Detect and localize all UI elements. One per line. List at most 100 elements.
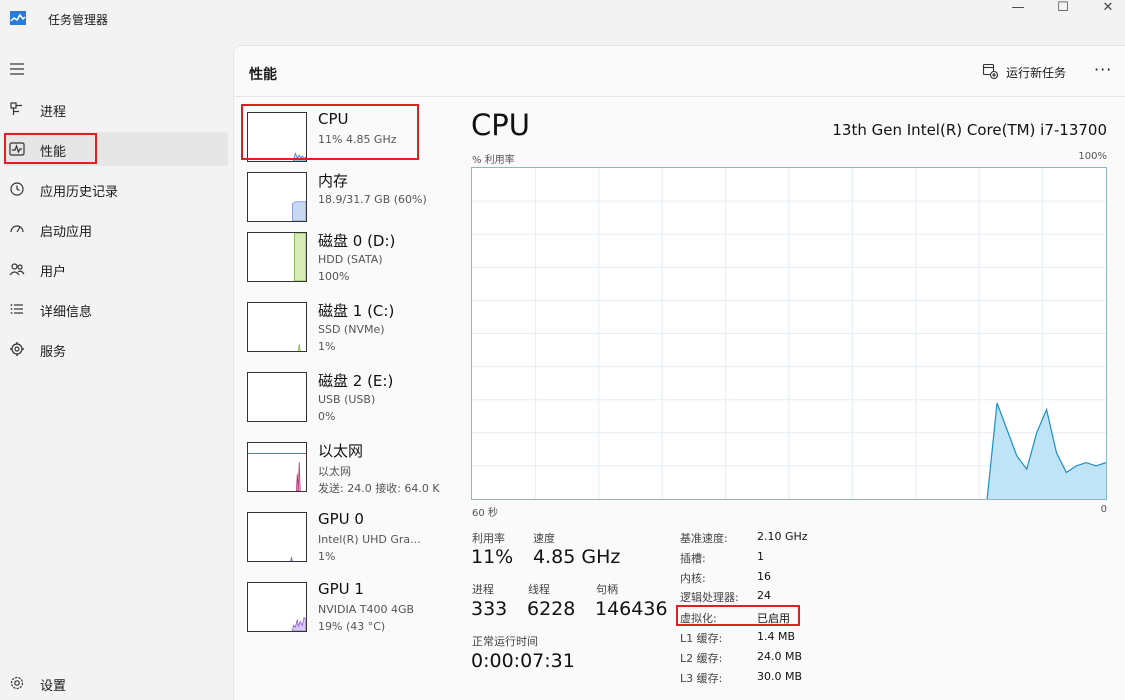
device-subtitle: SSD (NVMe) (318, 323, 385, 336)
handles-value: 146436 (595, 598, 668, 620)
device-subtitle: 以太网 (318, 465, 351, 478)
device-name: 磁盘 0 (D:) (318, 232, 396, 250)
spec-value-virtualization: 已启用 (757, 612, 790, 625)
threads-label: 线程 (528, 583, 550, 596)
device-usage: 100% (318, 270, 350, 283)
device-name: 内存 (318, 172, 349, 190)
spec-value-sockets: 1 (757, 550, 764, 563)
device-usage: 0% (318, 410, 336, 423)
spec-label-l3-cache: L3 缓存: (680, 672, 723, 685)
spec-value-base-speed: 2.10 GHz (757, 530, 808, 543)
sidebar-item-details[interactable]: 详细信息 (4, 292, 228, 326)
device-item-ethernet[interactable]: 以太网 以太网 发送: 24.0 接收: 64.0 K (241, 436, 441, 500)
spec-value-logical-processors: 24 (757, 589, 771, 602)
device-subtitle: USB (USB) (318, 393, 376, 406)
gpu0-thumbnail-graph (247, 512, 307, 562)
device-usage: 1% (318, 550, 336, 563)
settings-gear-icon (10, 676, 24, 690)
cpu-utilization-graph (471, 167, 1107, 500)
spec-label-cores: 内核: (680, 572, 706, 585)
device-item-gpu-1[interactable]: GPU 1 NVIDIA T400 4GB 19% (43 °C) (241, 576, 441, 640)
disk2-thumbnail-graph (247, 372, 307, 422)
sidebar-item-label: 进程 (40, 105, 67, 120)
utilization-label: 利用率 (472, 532, 505, 545)
task-manager-logo-icon (10, 11, 26, 25)
device-name: 磁盘 2 (E:) (318, 372, 394, 390)
processes-icon (10, 102, 22, 115)
header-divider (234, 96, 1125, 97)
menu-icon[interactable] (8, 60, 26, 78)
startup-icon (10, 225, 24, 233)
close-button[interactable]: ✕ (1085, 0, 1125, 20)
page-title: 性能 (249, 67, 277, 83)
cpu-usage-area (987, 403, 1106, 499)
handles-label: 句柄 (596, 583, 618, 596)
speed-value: 4.85 GHz (533, 546, 621, 568)
device-item-cpu[interactable]: CPU 11% 4.85 GHz (241, 106, 441, 170)
device-throughput: 发送: 24.0 接收: 64.0 K (318, 482, 440, 495)
performance-panel: 性能 运行新任务 ··· CPU 11% 4.85 GHz 内存 18.9/31… (233, 45, 1125, 700)
sidebar-item-services[interactable]: 服务 (4, 332, 228, 366)
spec-label-l2-cache: L2 缓存: (680, 652, 723, 665)
spec-label-virtualization: 虚拟化: (680, 612, 717, 625)
device-item-disk-1[interactable]: 磁盘 1 (C:) SSD (NVMe) 1% (241, 296, 441, 360)
sidebar-item-label: 性能 (40, 145, 67, 160)
graph-time-label: 60 秒 (472, 508, 498, 519)
graph-y-max: 100% (1078, 151, 1107, 162)
spec-value-l3-cache: 30.0 MB (757, 670, 803, 683)
device-name: 磁盘 1 (C:) (318, 302, 395, 320)
sidebar-item-settings[interactable]: 设置 (4, 666, 228, 700)
device-item-memory[interactable]: 内存 18.9/31.7 GB (60%) (241, 166, 441, 230)
device-subtitle: NVIDIA T400 4GB (318, 603, 415, 616)
device-item-disk-2[interactable]: 磁盘 2 (E:) USB (USB) 0% (241, 366, 441, 430)
app-history-icon (10, 182, 24, 196)
title-bar: 任务管理器 — ☐ ✕ (0, 0, 1125, 38)
processes-value: 333 (471, 598, 508, 620)
device-item-disk-0[interactable]: 磁盘 0 (D:) HDD (SATA) 100% (241, 226, 441, 290)
minimize-button[interactable]: — (995, 0, 1041, 20)
sidebar-item-startup[interactable]: 启动应用 (4, 212, 228, 246)
maximize-button[interactable]: ☐ (1040, 0, 1086, 20)
sidebar-item-app-history[interactable]: 应用历史记录 (4, 172, 228, 206)
sidebar-item-label: 设置 (40, 679, 67, 694)
device-item-gpu-0[interactable]: GPU 0 Intel(R) UHD Gra... 1% (241, 506, 441, 570)
spec-label-logical-processors: 逻辑处理器: (680, 591, 739, 604)
device-name: GPU 1 (318, 580, 364, 598)
spec-value-l2-cache: 24.0 MB (757, 650, 803, 663)
ethernet-thumbnail-graph (247, 442, 307, 492)
sidebar-item-performance[interactable]: 性能 (4, 132, 228, 166)
device-name: GPU 0 (318, 510, 364, 528)
sidebar-item-label: 启动应用 (40, 225, 93, 240)
sidebar-item-label: 用户 (40, 265, 67, 280)
device-name: 以太网 (318, 442, 364, 460)
utilization-value: 11% (471, 546, 514, 568)
processes-label: 进程 (472, 583, 494, 596)
more-options-button[interactable]: ··· (1094, 60, 1112, 79)
speed-label: 速度 (533, 532, 555, 545)
detail-title: CPU (471, 108, 530, 142)
uptime-label: 正常运行时间 (472, 635, 538, 648)
threads-value: 6228 (527, 598, 576, 620)
graph-y-label: % 利用率 (472, 155, 515, 166)
device-subtitle: Intel(R) UHD Gra... (318, 533, 421, 546)
device-usage: 19% (43 °C) (318, 620, 386, 633)
run-new-task-label: 运行新任务 (1006, 66, 1067, 80)
sidebar-item-users[interactable]: 用户 (4, 252, 228, 286)
gpu1-thumbnail-graph (247, 582, 307, 632)
performance-icon (9, 142, 25, 156)
cpu-thumbnail-graph (247, 112, 307, 162)
users-icon (9, 263, 25, 276)
memory-thumbnail-graph (247, 172, 307, 222)
sidebar-item-processes[interactable]: 进程 (4, 92, 228, 126)
uptime-value: 0:00:07:31 (471, 650, 575, 672)
device-subtitle: 18.9/31.7 GB (60%) (318, 193, 427, 206)
services-icon (10, 342, 24, 356)
graph-time-end: 0 (1100, 504, 1107, 515)
disk0-thumbnail-graph (247, 232, 307, 282)
spec-label-l1-cache: L1 缓存: (680, 632, 723, 645)
device-subtitle: 11% 4.85 GHz (318, 133, 397, 146)
details-icon (10, 304, 23, 314)
sidebar-item-label: 应用历史记录 (40, 185, 119, 200)
cpu-model-name: 13th Gen Intel(R) Core(TM) i7-13700 (832, 121, 1107, 139)
spec-label-base-speed: 基准速度: (680, 532, 728, 545)
